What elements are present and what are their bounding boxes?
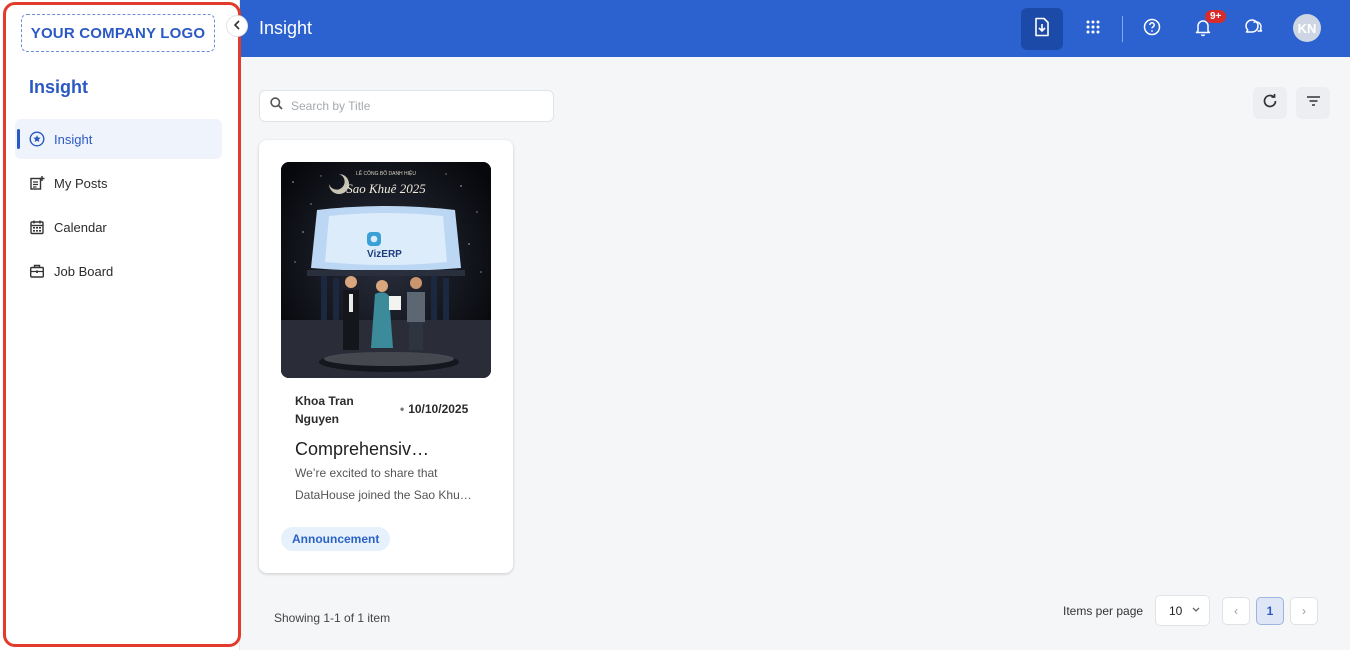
post-description: We’re excited to share that DataHouse jo… <box>295 462 477 506</box>
header-divider <box>1122 16 1123 42</box>
company-logo: YOUR COMPANY LOGO <box>21 14 215 52</box>
date-separator: • <box>400 402 405 416</box>
search-input[interactable] <box>291 99 531 113</box>
refresh-icon <box>1262 93 1278 114</box>
filter-icon <box>1306 94 1321 112</box>
download-file-icon <box>1033 17 1051 42</box>
search-icon <box>270 97 283 115</box>
results-count: Showing 1-1 of 1 item <box>274 611 391 625</box>
sidebar-item-label: My Posts <box>54 175 108 191</box>
help-button[interactable] <box>1131 8 1173 50</box>
notifications-button[interactable]: 9+ <box>1182 8 1227 50</box>
post-date: • 10/10/2025 <box>400 402 468 416</box>
apps-button[interactable] <box>1072 8 1114 50</box>
chevron-right-icon: › <box>1302 604 1306 618</box>
items-per-page-label: Items per page <box>1063 604 1144 618</box>
sidebar: YOUR COMPANY LOGO Insight Insight My Pos… <box>0 0 240 650</box>
chevron-down-icon <box>1192 605 1200 615</box>
sidebar-item-job-board[interactable]: Job Board <box>15 251 222 291</box>
post-card[interactable]: LỄ CÔNG BỐ DANH HIỆU Sao Khuê 2025 VizER… <box>259 140 513 573</box>
apps-grid-icon <box>1085 19 1101 40</box>
search-box[interactable] <box>259 90 554 122</box>
chat-button[interactable] <box>1232 8 1274 50</box>
help-icon <box>1143 18 1161 41</box>
sidebar-item-label: Job Board <box>54 263 114 279</box>
chat-icon <box>1243 18 1263 41</box>
briefcase-icon <box>29 263 45 279</box>
download-button[interactable] <box>1021 8 1063 50</box>
prev-page-button[interactable]: ‹ <box>1222 597 1250 625</box>
post-date-value: 10/10/2025 <box>408 402 469 416</box>
sidebar-item-my-posts[interactable]: My Posts <box>15 163 222 203</box>
refresh-button[interactable] <box>1253 87 1287 119</box>
svg-text:LỄ CÔNG BỐ DANH HIỆU: LỄ CÔNG BỐ DANH HIỆU <box>356 169 416 177</box>
sidebar-item-label: Calendar <box>54 219 107 235</box>
items-per-page-value: 10 <box>1169 603 1183 618</box>
post-add-icon <box>29 175 45 191</box>
star-circle-icon <box>29 131 45 147</box>
items-per-page-select[interactable]: 10 <box>1155 595 1210 626</box>
chevron-left-icon: ‹ <box>1234 604 1238 618</box>
category-tag[interactable]: Announcement <box>281 527 391 551</box>
sidebar-nav: Insight My Posts Calendar Job Board <box>15 119 222 295</box>
screen-text: VizERP <box>367 249 402 260</box>
top-header: Insight 9+ KN <box>240 0 1350 57</box>
notification-count-badge: 9+ <box>1205 10 1227 23</box>
calendar-icon <box>29 219 45 235</box>
post-description-line: DataHouse joined the Sao Khu… <box>295 488 472 502</box>
sidebar-collapse-button[interactable] <box>226 15 248 37</box>
page-button-1[interactable]: 1 <box>1256 597 1284 625</box>
sidebar-title: Insight <box>29 77 88 97</box>
next-page-button[interactable]: › <box>1290 597 1318 625</box>
post-description-line: We’re excited to share that <box>295 466 438 480</box>
sidebar-item-calendar[interactable]: Calendar <box>15 207 222 247</box>
post-author: Khoa Tran Nguyen <box>295 394 354 426</box>
sidebar-item-label: Insight <box>54 131 93 147</box>
filter-button[interactable] <box>1296 87 1330 119</box>
chevron-left-icon <box>233 19 241 33</box>
user-avatar[interactable]: KN <box>1293 14 1321 42</box>
sidebar-item-insight[interactable]: Insight <box>15 119 222 159</box>
page-title: Insight <box>259 18 313 38</box>
post-title[interactable]: Comprehensive… <box>295 439 435 460</box>
post-image[interactable]: LỄ CÔNG BỐ DANH HIỆU Sao Khuê 2025 VizER… <box>281 162 491 378</box>
banner-text: Sao Khuê 2025 <box>346 181 426 196</box>
